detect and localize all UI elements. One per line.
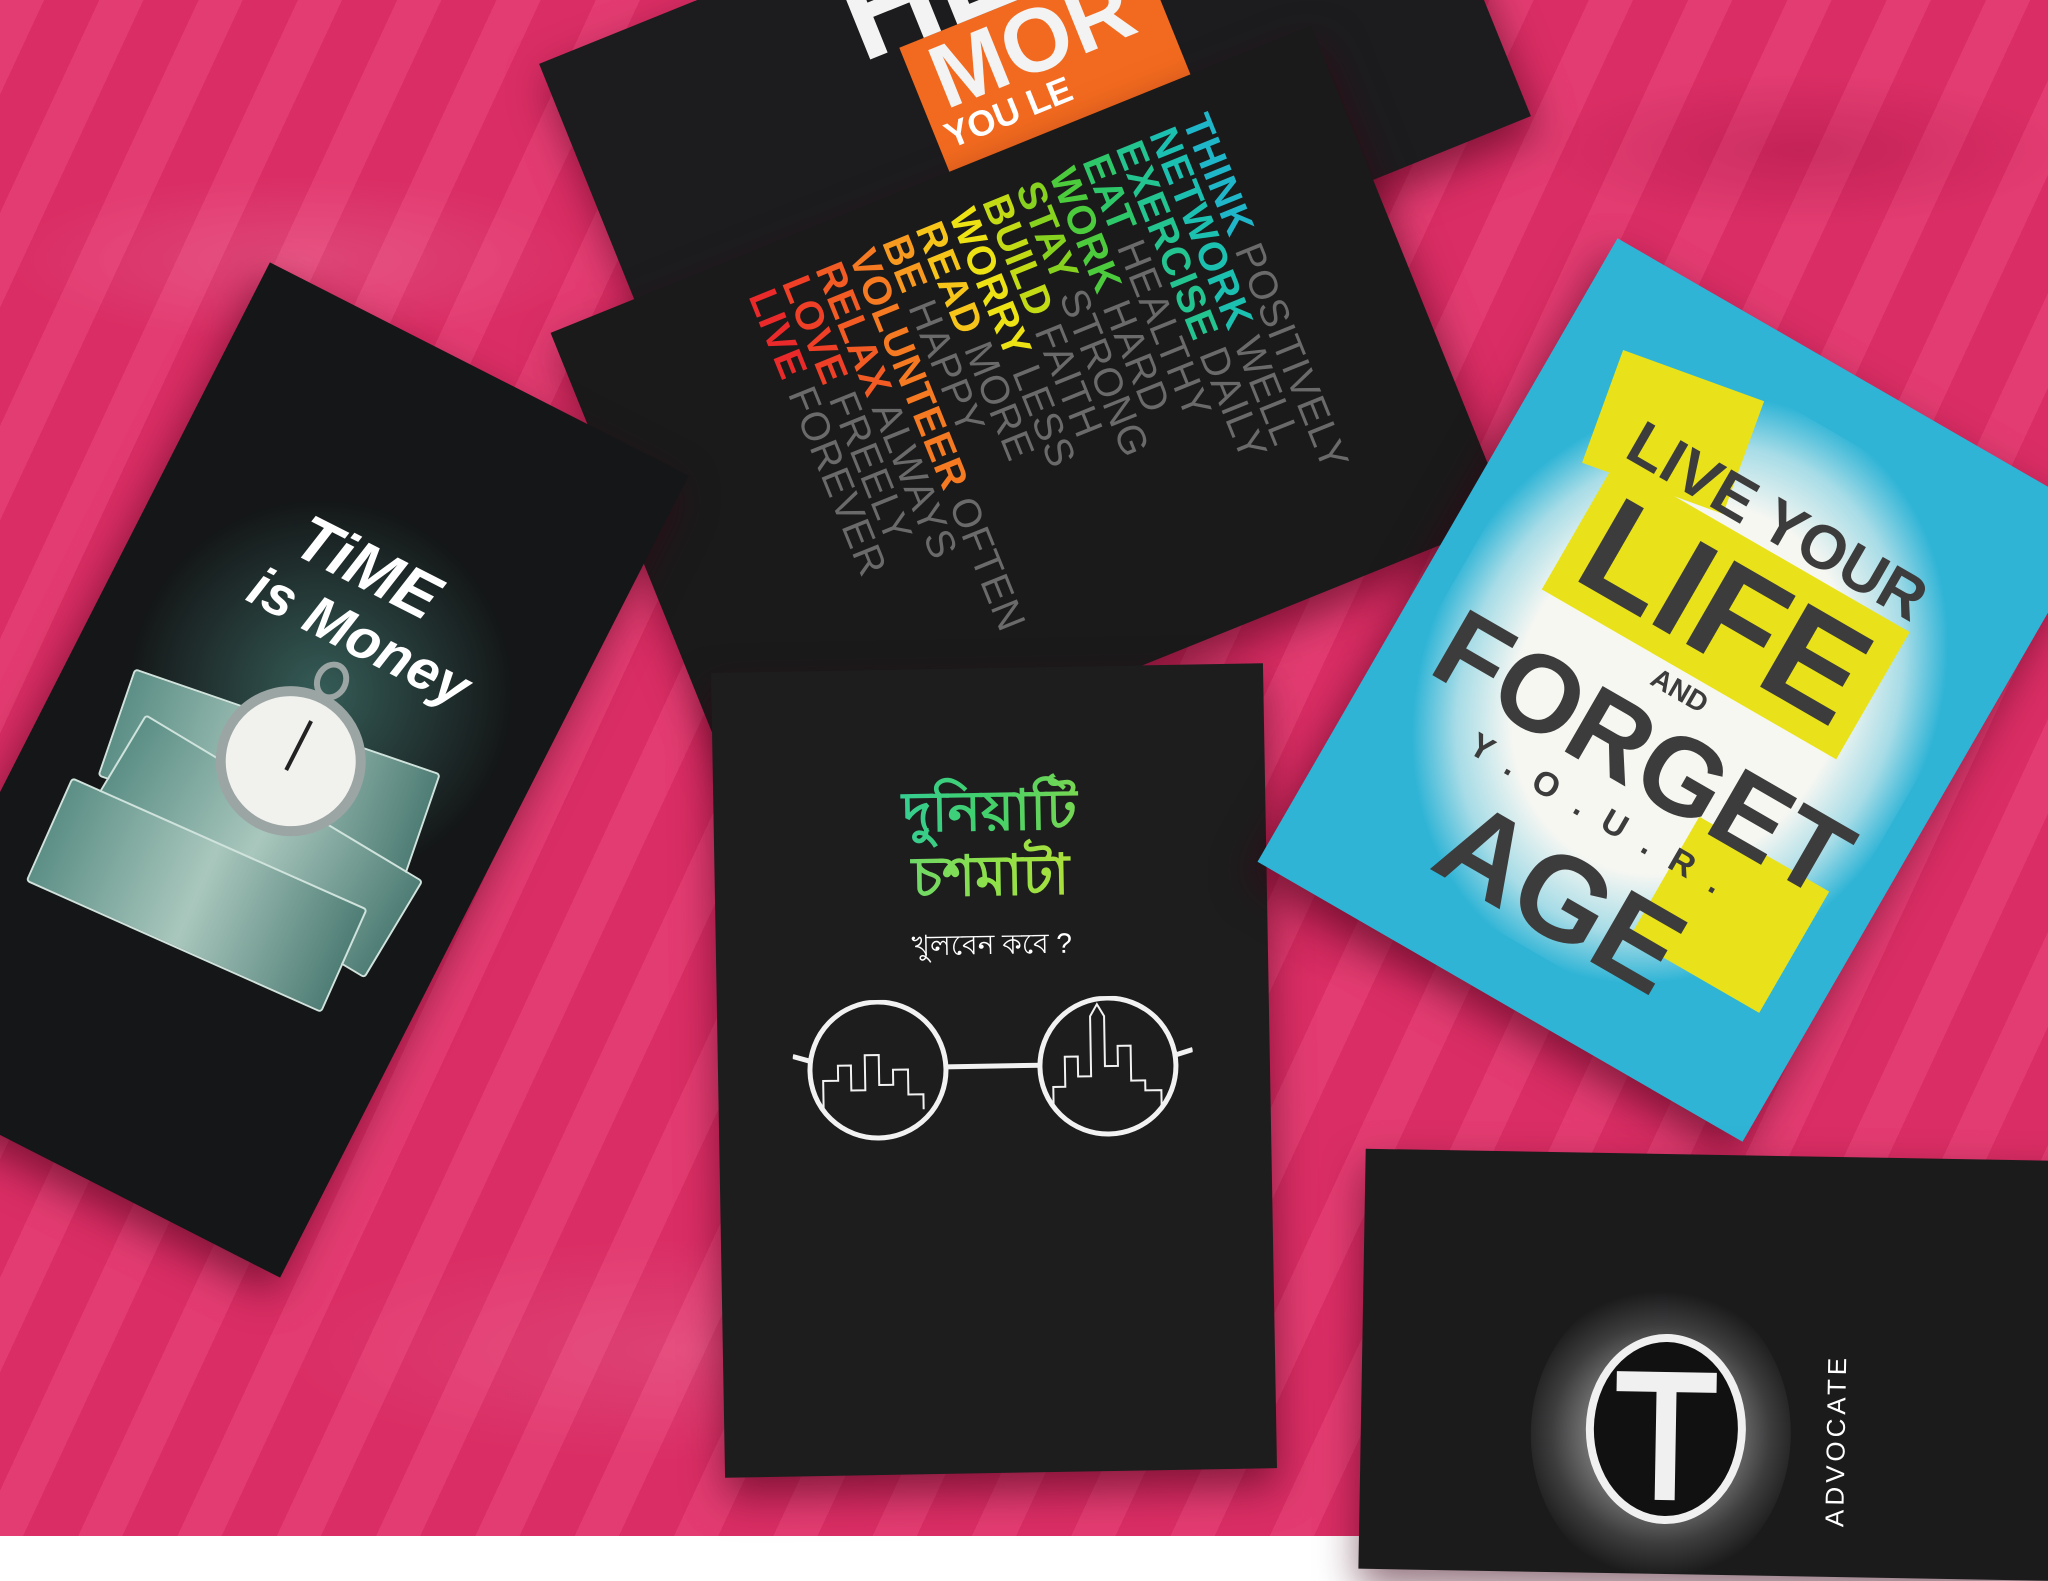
advocate-card: ADVOCATE xyxy=(1358,1148,2048,1581)
words-list: THINK POSITIVELY NETWORK WELL EXERCISE DAI… xyxy=(740,108,1357,638)
word-light: OFTEN xyxy=(935,479,1034,638)
bangla-question: খুলবেন কবে ? xyxy=(911,927,1073,962)
bangla-title-line2: চশমাটা xyxy=(714,828,1268,932)
bengali-glasses-card: দুনিয়াটি চশমাটা খুলবেন কবে ? xyxy=(711,663,1277,1478)
eyeglasses-city-icon xyxy=(792,995,1194,1141)
advocate-label: ADVOCATE xyxy=(1819,1353,1853,1528)
